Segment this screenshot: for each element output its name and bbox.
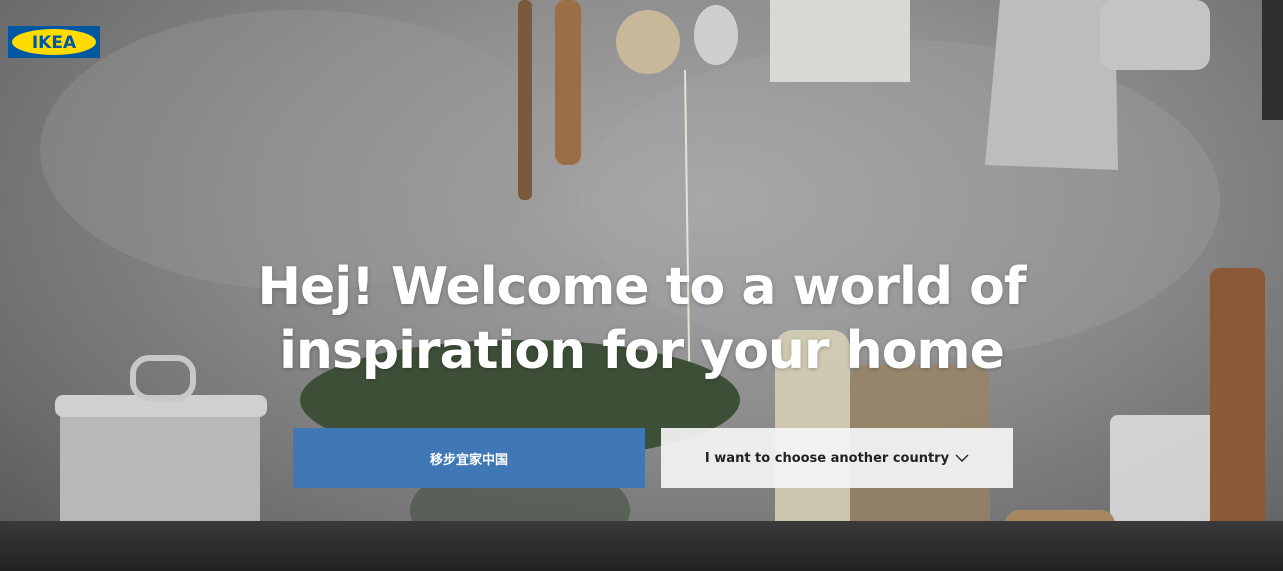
countertop — [0, 521, 1283, 571]
go-to-ikea-china-button[interactable]: 移步宜家中国 — [293, 428, 645, 488]
go-to-ikea-china-label: 移步宜家中国 — [429, 452, 508, 468]
choose-country-dropdown[interactable]: I want to choose another country — [661, 428, 1013, 488]
hero-title-line-2: inspiration for your home — [279, 321, 1005, 381]
hero-title-line-1: Hej! Welcome to a world of — [257, 257, 1027, 317]
hero-title: Hej! Welcome to a world of inspiration f… — [0, 255, 1283, 383]
chevron-down-icon — [955, 453, 969, 463]
ikea-logo[interactable]: IKEA ® — [8, 26, 100, 58]
choose-country-label: I want to choose another country — [704, 450, 950, 466]
landing-page: IKEA ® Hej! Welcome to a world of inspir… — [0, 0, 1283, 571]
logo-text: IKEA — [32, 33, 77, 53]
